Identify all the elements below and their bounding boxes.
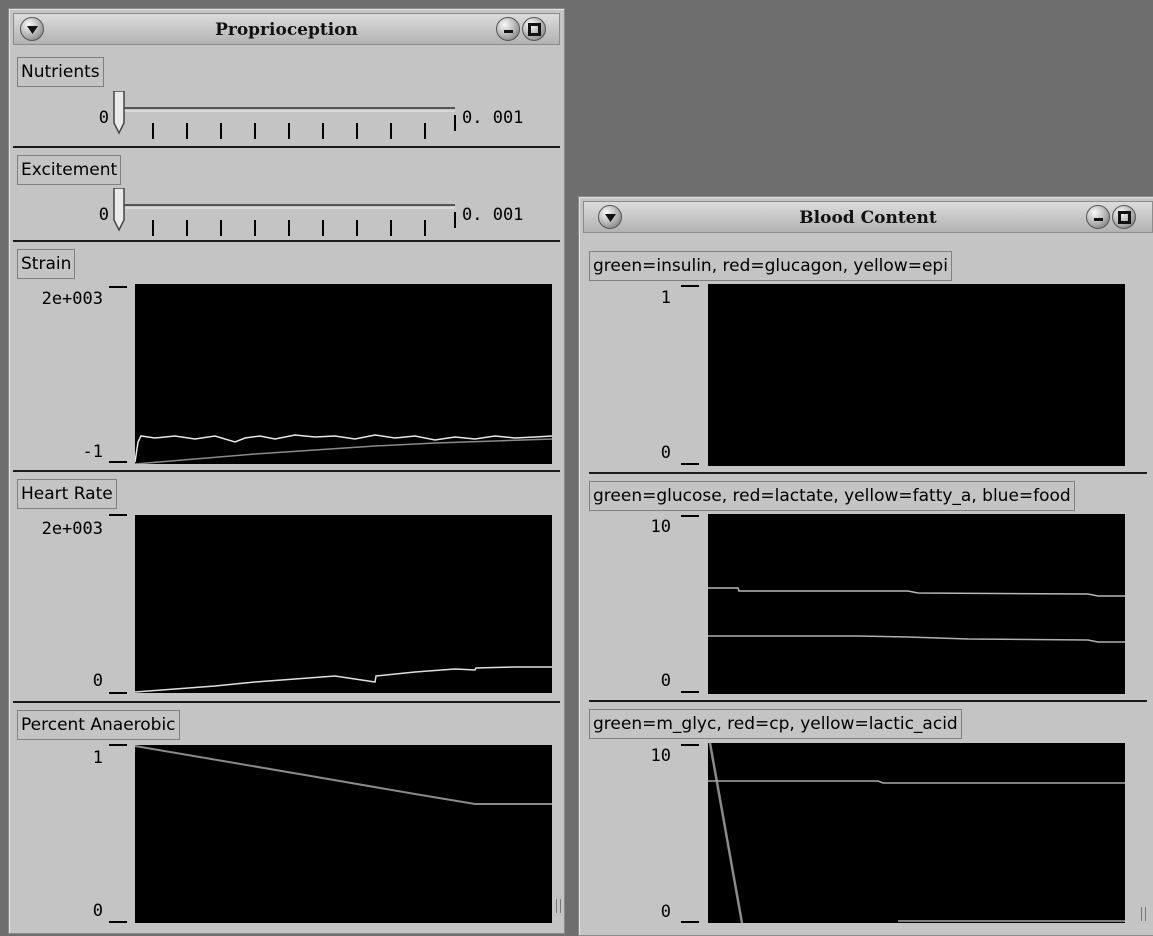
- fuels-trace-upper: [708, 587, 1125, 597]
- maximize-button[interactable]: [522, 17, 546, 41]
- excitement-min: 0: [98, 205, 109, 225]
- heart-rate-label: Heart Rate: [17, 479, 117, 509]
- fuels-trace-lower: [708, 635, 1125, 643]
- y-tick: [109, 692, 127, 694]
- hormones-ymax: 1: [660, 288, 671, 308]
- separator: [13, 701, 560, 703]
- muscle-ymax: 10: [650, 746, 671, 766]
- y-tick: [681, 285, 699, 287]
- blood-content-window: Blood Content green=insulin, red=glucago…: [578, 196, 1153, 936]
- hormones-plot: [708, 284, 1125, 466]
- strain-ymin: -1: [82, 442, 103, 462]
- excitement-slider-thumb[interactable]: [113, 188, 125, 232]
- blood-content-titlebar[interactable]: Blood Content: [583, 201, 1153, 233]
- proprioception-titlebar[interactable]: Proprioception: [13, 13, 560, 45]
- excitement-slider[interactable]: [109, 188, 461, 238]
- percent-anaerobic-ymax: 1: [92, 748, 103, 768]
- nutrients-slider-thumb[interactable]: [113, 91, 125, 135]
- y-tick: [109, 461, 127, 463]
- strain-label: Strain: [17, 249, 76, 279]
- separator: [13, 470, 560, 472]
- y-tick: [681, 691, 699, 693]
- minimize-icon: [504, 30, 513, 33]
- fuels-ymax: 10: [650, 517, 671, 537]
- muscle-plot: [708, 743, 1125, 923]
- maximize-button[interactable]: [1112, 205, 1136, 229]
- y-tick: [681, 921, 699, 923]
- separator: [13, 146, 560, 148]
- fuels-ymin: 0: [660, 671, 671, 691]
- minimize-button[interactable]: [496, 17, 520, 41]
- excitement-label: Excitement: [17, 155, 122, 185]
- strain-plot: [135, 284, 552, 464]
- proprioception-window: Proprioception Nutrients 0 0. 001 Excite…: [8, 8, 565, 934]
- muscle-legend-label: green=m_glyc, red=cp, yellow=lactic_acid: [589, 709, 962, 739]
- window-title: Proprioception: [215, 20, 358, 40]
- percent-anaerobic-ymin: 0: [92, 901, 103, 921]
- resize-grip[interactable]: [1141, 907, 1146, 921]
- maximize-icon: [1118, 211, 1131, 224]
- muscle-trace-flat: [708, 780, 1125, 784]
- heart-rate-ymin: 0: [92, 671, 103, 691]
- y-tick: [109, 514, 127, 516]
- heart-rate-plot: [135, 515, 552, 693]
- y-tick: [109, 921, 127, 923]
- excitement-max: 0. 001: [462, 205, 524, 225]
- separator: [589, 472, 1147, 474]
- nutrients-label: Nutrients: [17, 57, 104, 87]
- percent-anaerobic-plot: [135, 745, 552, 923]
- heart-rate-trace: [135, 666, 552, 693]
- y-tick: [681, 515, 699, 517]
- minimize-icon: [1094, 218, 1103, 221]
- y-tick: [109, 744, 127, 746]
- fuels-legend-label: green=glucose, red=lactate, yellow=fatty…: [589, 481, 1075, 511]
- separator: [589, 700, 1147, 702]
- strain-trace-gray: [135, 438, 552, 464]
- separator: [13, 240, 560, 242]
- maximize-icon: [528, 23, 541, 36]
- y-tick: [109, 286, 127, 288]
- heart-rate-ymax: 2e+003: [41, 519, 103, 539]
- hormones-legend-label: green=insulin, red=glucagon, yellow=epi: [589, 251, 952, 281]
- percent-anaerobic-trace: [135, 745, 552, 805]
- window-title: Blood Content: [799, 208, 937, 228]
- hormones-ymin: 0: [660, 443, 671, 463]
- nutrients-min: 0: [98, 108, 109, 128]
- nutrients-slider[interactable]: [109, 91, 461, 141]
- muscle-ymin: 0: [660, 902, 671, 922]
- strain-ymax: 2e+003: [41, 289, 103, 309]
- muscle-trace-falling: [708, 743, 744, 923]
- percent-anaerobic-label: Percent Anaerobic: [17, 710, 180, 740]
- y-tick: [681, 744, 699, 746]
- fuels-plot: [708, 514, 1125, 694]
- resize-grip[interactable]: [556, 899, 561, 913]
- nutrients-max: 0. 001: [462, 108, 524, 128]
- minimize-button[interactable]: [1086, 205, 1110, 229]
- y-tick: [681, 463, 699, 465]
